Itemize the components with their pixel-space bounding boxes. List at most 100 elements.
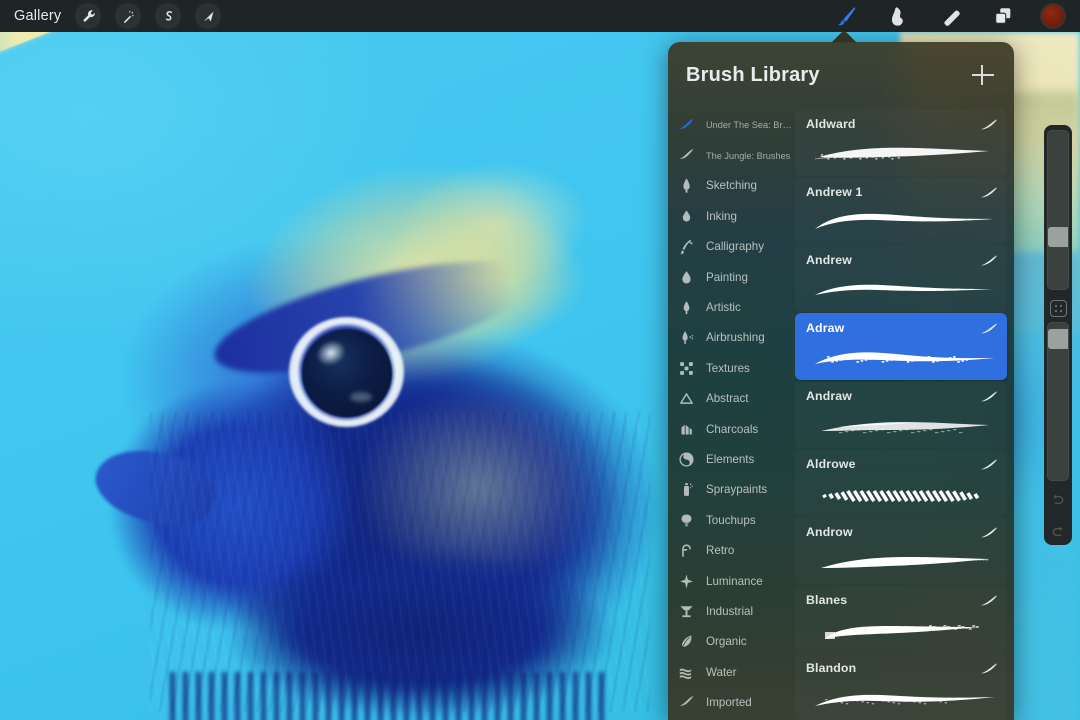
brush-category-under-the-sea-brus[interactable]: Under The Sea: Brus... xyxy=(668,110,795,140)
brush-category-luminance[interactable]: Luminance xyxy=(668,566,795,596)
brush-category-elements[interactable]: Elements xyxy=(668,444,795,474)
brush-name: Andrew 1 xyxy=(806,185,863,199)
brush-item-aldrowe[interactable]: Aldrowe xyxy=(795,449,1007,516)
industrial-icon xyxy=(678,603,695,620)
brush-category-touchups[interactable]: Touchups xyxy=(668,505,795,535)
brush-category-sketching[interactable]: Sketching xyxy=(668,171,795,201)
brush-stroke-preview xyxy=(811,679,997,713)
color-swatch-button[interactable] xyxy=(1040,3,1066,29)
brush-category-label: Retro xyxy=(706,544,734,557)
brush-category-the-jungle-brushes[interactable]: The Jungle: Brushes xyxy=(668,140,795,170)
brush-category-label: Sketching xyxy=(706,179,757,192)
eraser-icon[interactable] xyxy=(936,3,966,29)
brush-library-header: Brush Library xyxy=(668,42,1014,108)
brush-list[interactable]: Aldward Andrew 1 Andrew Adraw Andraw Ald… xyxy=(795,108,1014,720)
brush-stroke-preview xyxy=(811,543,997,577)
brush-name: Blandon xyxy=(806,661,856,675)
brush-category-abstract[interactable]: Abstract xyxy=(668,384,795,414)
brush-category-artistic[interactable]: Artistic xyxy=(668,292,795,322)
brush-stroke-icon xyxy=(980,526,998,538)
leaf-icon xyxy=(678,633,695,650)
brush-stroke-icon xyxy=(980,322,998,334)
ink-drop-icon xyxy=(678,208,695,225)
brush-category-airbrushing[interactable]: Airbrushing xyxy=(668,323,795,353)
modify-button[interactable] xyxy=(1050,300,1067,317)
brush-stroke-preview xyxy=(811,135,997,169)
wrench-icon[interactable] xyxy=(75,3,101,29)
layers-icon[interactable] xyxy=(988,3,1018,29)
modify-dots-icon xyxy=(1054,304,1063,313)
brush-category-painting[interactable]: Painting xyxy=(668,262,795,292)
brush-category-label: Inking xyxy=(706,210,737,223)
brush-name: Andraw xyxy=(806,389,852,403)
brush-category-label: Luminance xyxy=(706,575,763,588)
brush-stroke-preview xyxy=(811,407,997,441)
brush-name: Aldward xyxy=(806,117,856,131)
top-toolbar-left-group: Gallery xyxy=(0,3,221,29)
brush-size-slider-thumb[interactable] xyxy=(1048,227,1069,247)
brush-item-adraw[interactable]: Adraw xyxy=(795,313,1007,380)
brush-item-aldward[interactable]: Aldward xyxy=(795,109,1007,176)
brush-stroke-preview xyxy=(811,611,997,645)
brush-item-blandon[interactable]: Blandon xyxy=(795,653,1007,720)
brush-item-androw[interactable]: Androw xyxy=(795,517,1007,584)
brush-stroke-preview xyxy=(811,203,997,237)
arrow-transform-icon[interactable] xyxy=(195,3,221,29)
add-brush-button[interactable] xyxy=(970,62,996,88)
brush-category-imported[interactable]: Imported xyxy=(668,687,795,717)
brush-category-label: Elements xyxy=(706,453,754,466)
smudge-icon[interactable] xyxy=(884,3,914,29)
brush-category-label: Airbrushing xyxy=(706,331,765,344)
top-toolbar-right-group xyxy=(832,3,1080,29)
brush-stroke-preview xyxy=(811,475,997,509)
fish-eye-highlight-small xyxy=(350,392,372,402)
fish-edge-fray xyxy=(170,672,610,720)
magic-wand-icon[interactable] xyxy=(115,3,141,29)
brush-opacity-slider[interactable] xyxy=(1047,322,1069,482)
brush-item-andrew[interactable]: Andrew xyxy=(795,245,1007,312)
artistic-tip-icon xyxy=(678,299,695,316)
redo-icon[interactable] xyxy=(1045,519,1071,545)
undo-icon[interactable] xyxy=(1045,487,1071,513)
brush-name: Adraw xyxy=(806,321,844,335)
brush-category-spraypaints[interactable]: Spraypaints xyxy=(668,475,795,505)
brush-item-andraw[interactable]: Andraw xyxy=(795,381,1007,448)
brush-category-label: Painting xyxy=(706,271,748,284)
brush-category-label: Industrial xyxy=(706,605,753,618)
selection-icon[interactable] xyxy=(155,3,181,29)
textures-icon xyxy=(678,360,695,377)
brush-stroke-preview xyxy=(811,271,997,305)
brush-category-inking[interactable]: Inking xyxy=(668,201,795,231)
brush-category-label: Abstract xyxy=(706,392,749,405)
brush-category-organic[interactable]: Organic xyxy=(668,627,795,657)
brush-category-textures[interactable]: Textures xyxy=(668,353,795,383)
brush-opacity-slider-thumb[interactable] xyxy=(1048,329,1069,349)
brush-item-andrew-1[interactable]: Andrew 1 xyxy=(795,177,1007,244)
brush-category-label: Under The Sea: Brus... xyxy=(706,120,795,130)
brush-category-industrial[interactable]: Industrial xyxy=(668,596,795,626)
brush-category-label: Calligraphy xyxy=(706,240,764,253)
charcoal-icon xyxy=(678,421,695,438)
brush-settings-sidebar xyxy=(1044,125,1072,545)
elements-icon xyxy=(678,451,695,468)
brush-icon[interactable] xyxy=(832,3,862,29)
brush-category-calligraphy[interactable]: Calligraphy xyxy=(668,232,795,262)
brush-item-blanes[interactable]: Blanes xyxy=(795,585,1007,652)
brush-stroke-icon xyxy=(980,118,998,130)
brush-category-label: Water xyxy=(706,666,737,679)
brush-category-label: Textures xyxy=(706,362,750,375)
brush-stroke-icon xyxy=(980,458,998,470)
brush-library-panel: Brush Library Under The Sea: Brus... The … xyxy=(668,42,1014,720)
brush-category-charcoals[interactable]: Charcoals xyxy=(668,414,795,444)
brush-category-label: The Jungle: Brushes xyxy=(706,151,790,161)
brush-stroke-icon xyxy=(980,254,998,266)
calligraphy-icon xyxy=(678,238,695,255)
airbrush-icon xyxy=(678,329,695,346)
gallery-button[interactable]: Gallery xyxy=(14,8,61,24)
brush-category-list[interactable]: Under The Sea: Brus... The Jungle: Brushe… xyxy=(668,108,795,720)
brush-stroke-icon xyxy=(980,662,998,674)
brush-category-water[interactable]: Water xyxy=(668,657,795,687)
brush-size-slider[interactable] xyxy=(1047,130,1069,290)
brush-category-retro[interactable]: Retro xyxy=(668,535,795,565)
brush-category-label: Artistic xyxy=(706,301,741,314)
